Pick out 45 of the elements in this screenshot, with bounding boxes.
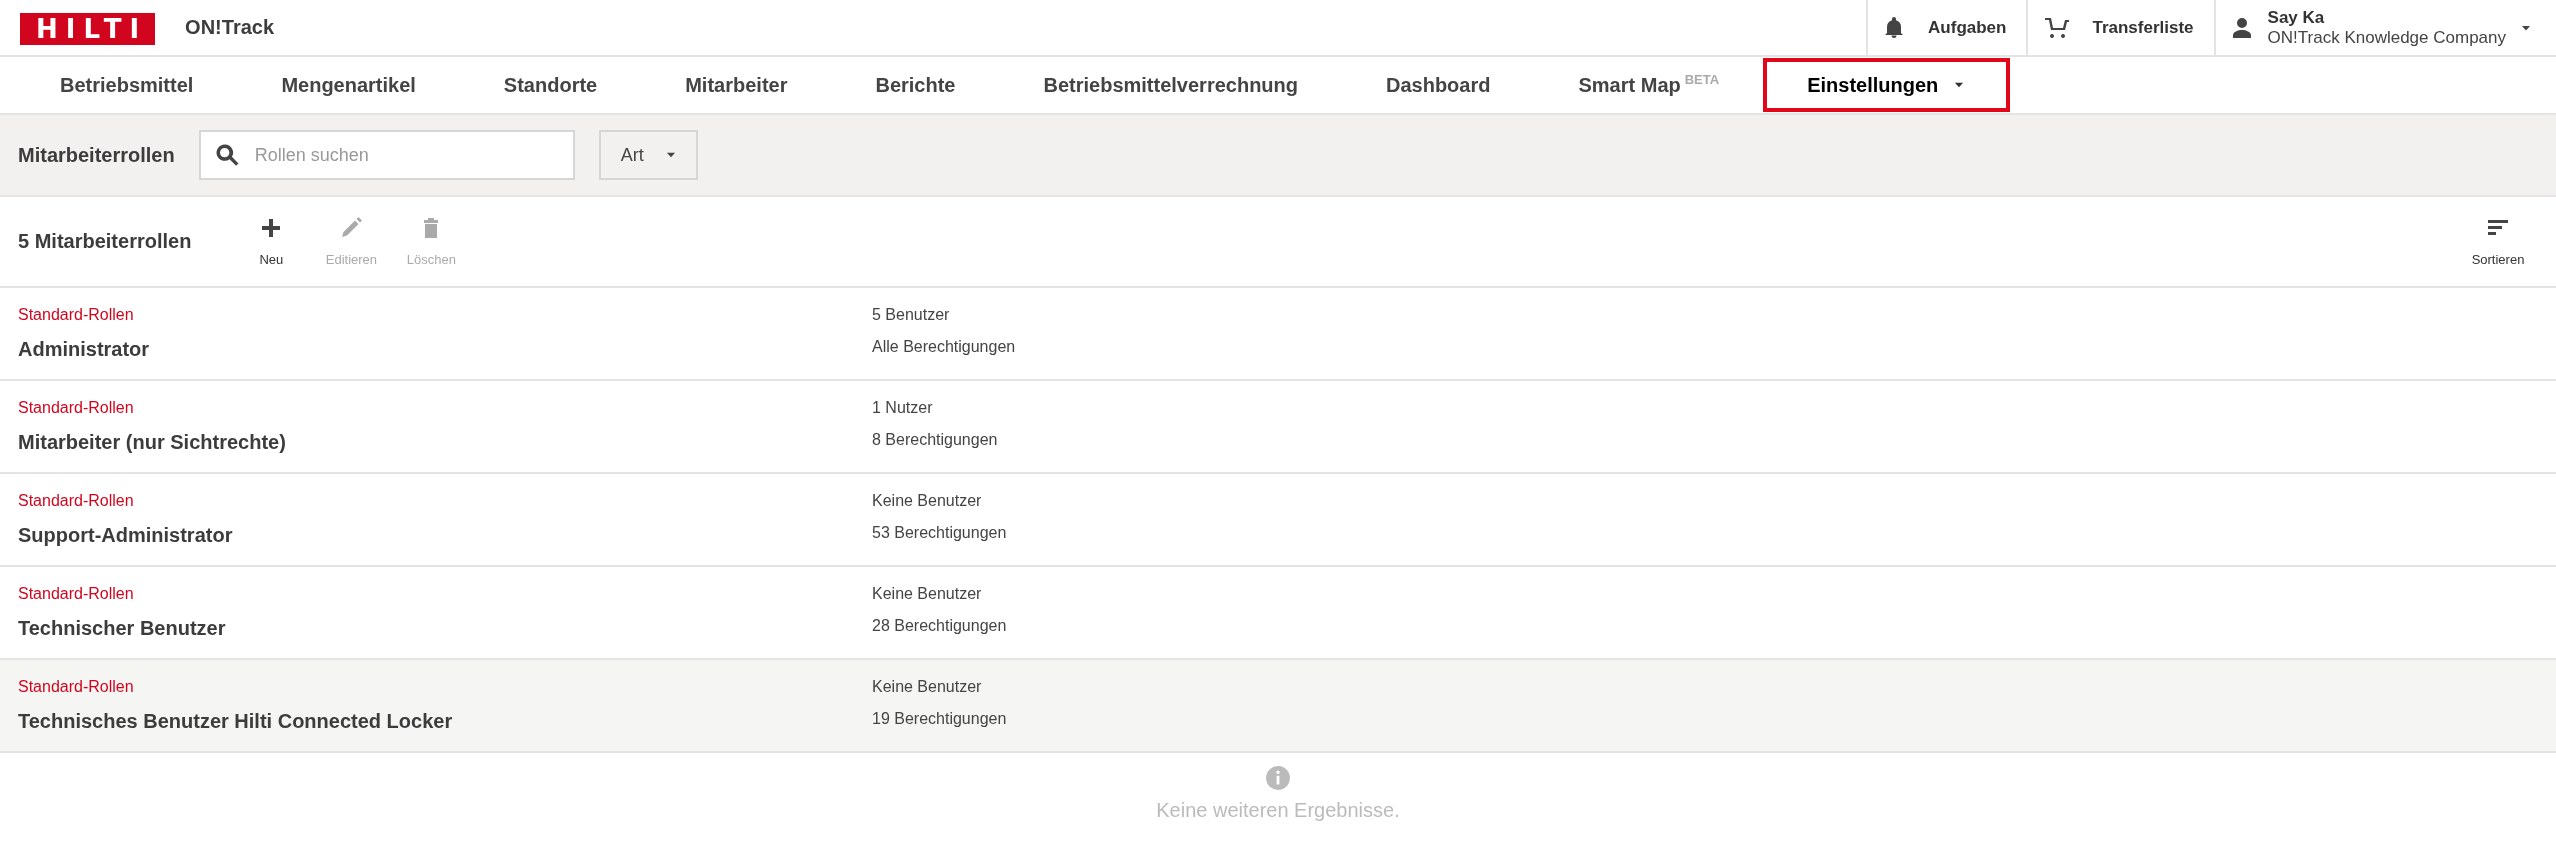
nav-tab[interactable]: Einstellungen <box>1763 58 2011 112</box>
role-category: Standard-Rollen <box>18 492 135 510</box>
nav-tab[interactable]: Betriebsmittelverrechnung <box>999 58 1342 112</box>
user-count: 1 Nutzer <box>872 399 934 417</box>
user-count: Keine Benutzer <box>872 585 983 603</box>
type-filter-dropdown[interactable]: Art <box>598 130 698 180</box>
nav-tab[interactable]: Standorte <box>459 58 642 112</box>
header-action-button[interactable]: Aufgaben <box>1866 0 2027 55</box>
app-name: ON!Track <box>185 16 275 39</box>
role-name: Technischer Benutzer <box>18 617 227 640</box>
no-more-results-message: Keine weiteren Ergebnisse. <box>1156 799 1400 822</box>
brand-logo: HILTI <box>20 13 156 45</box>
nav-tab[interactable]: Dashboard <box>1342 58 1535 112</box>
user-count: Keine Benutzer <box>872 678 983 696</box>
cart-icon <box>2042 15 2071 40</box>
role-row[interactable]: Standard-Rollen Keine Benutzer Technisches Benutzer Hilti Connected Locker 19 Berechtigungen <box>0 660 2556 753</box>
role-name: Technisches Benutzer Hilti Connected Locker <box>18 710 454 733</box>
role-name: Administrator <box>18 338 151 361</box>
header-action-button[interactable]: Transferliste <box>2026 0 2214 55</box>
role-category: Standard-Rollen <box>18 585 135 603</box>
permission-count: 8 Berechtigungen <box>872 431 999 450</box>
role-category: Standard-Rollen <box>18 399 135 417</box>
sort-button[interactable]: Sortieren <box>2458 215 2538 268</box>
role-category: Standard-Rollen <box>18 678 135 696</box>
role-category: Standard-Rollen <box>18 306 135 324</box>
nav-tab[interactable]: Mitarbeiter <box>641 58 832 112</box>
user-count: Keine Benutzer <box>872 492 983 510</box>
permission-count: 53 Berechtigungen <box>872 524 1008 543</box>
user-menu[interactable]: Say Ka ON!Track Knowledge Company <box>2213 0 2556 55</box>
result-count: 5 Mitarbeiterrollen <box>18 230 192 253</box>
role-name: Support-Administrator <box>18 524 234 547</box>
role-name: Mitarbeiter (nur Sichtrechte) <box>18 431 287 454</box>
nav-tab[interactable]: Berichte <box>831 58 1000 112</box>
nav-tab[interactable]: Betriebsmittel <box>56 58 238 112</box>
permission-count: Alle Berechtigungen <box>872 338 1017 357</box>
nav-tab[interactable]: Smart Map $^{BETA}$ <box>1534 58 1764 112</box>
nav-tab[interactable]: Mengenartikel <box>237 58 460 112</box>
toolbar-button[interactable]: Neu <box>231 215 312 268</box>
user-count: 5 Benutzer <box>872 306 951 324</box>
permission-count: 28 Berechtigungen <box>872 617 1008 636</box>
search-field[interactable]: Rollen suchen <box>198 130 575 180</box>
permission-count: 19 Berechtigungen <box>872 710 1008 729</box>
pencil-icon <box>339 216 364 240</box>
info-icon <box>1265 765 1291 791</box>
section-title: Mitarbeiterrollen <box>18 143 175 167</box>
